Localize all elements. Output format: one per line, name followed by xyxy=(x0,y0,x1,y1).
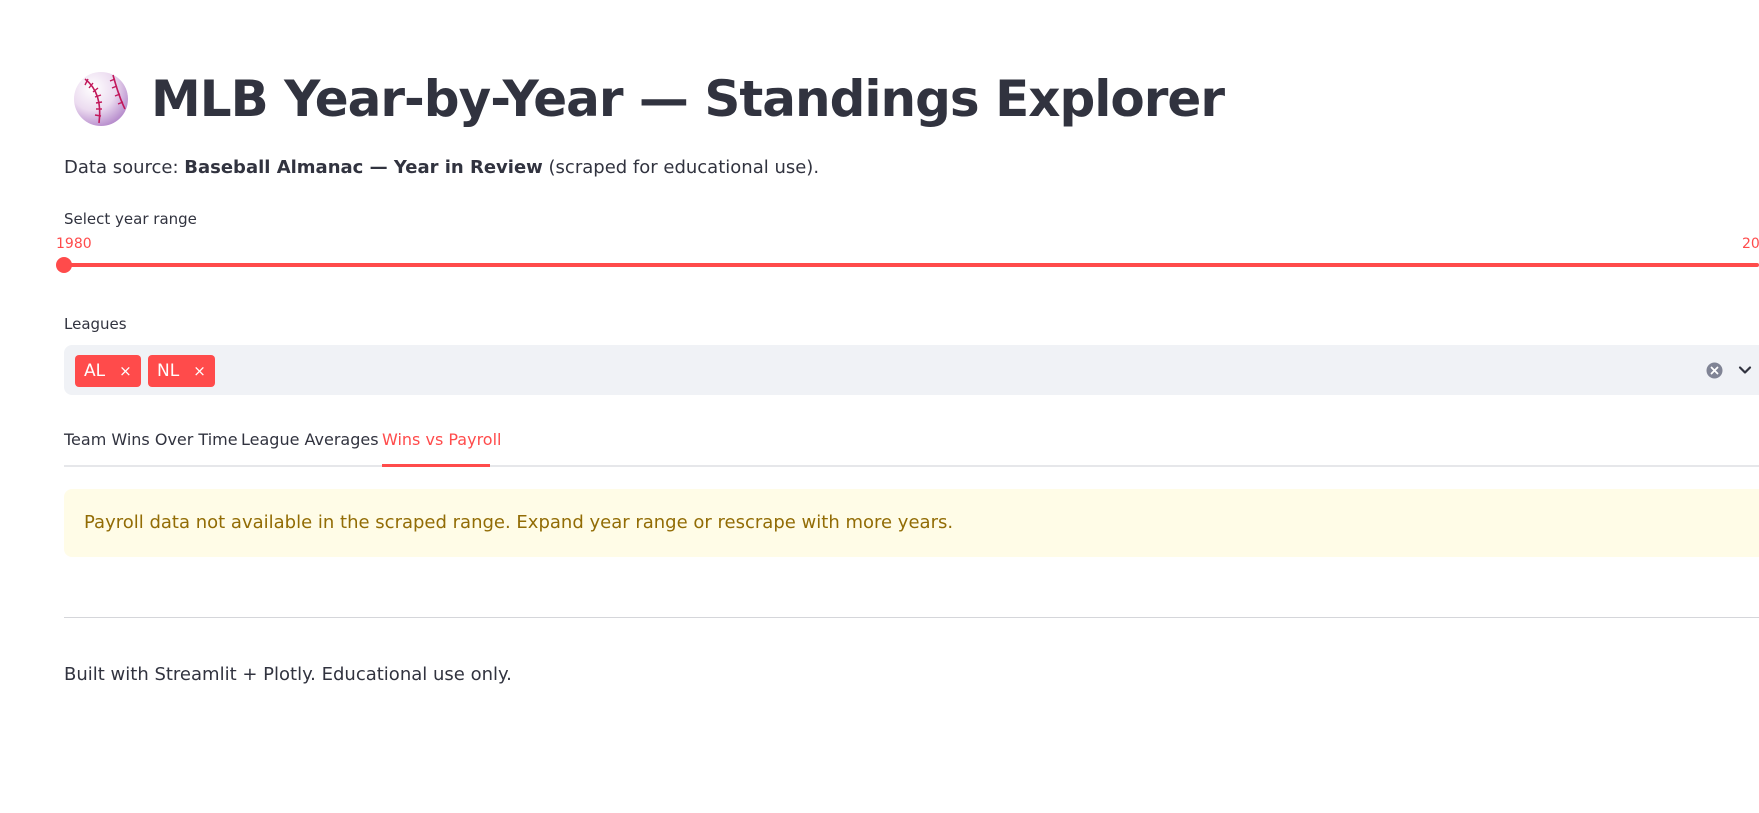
header: MLB Year-by-Year — Standings Explorer xyxy=(73,70,1225,128)
app-page: MLB Year-by-Year — Standings Explorer Da… xyxy=(0,0,1759,813)
tab-league-averages[interactable]: League Averages xyxy=(241,430,379,449)
footer-caption: Built with Streamlit + Plotly. Education… xyxy=(64,664,512,685)
year-range-label: Select year range xyxy=(64,210,197,228)
year-range-min-value: 1980 xyxy=(56,236,92,252)
year-range-min-handle[interactable] xyxy=(56,257,72,273)
tab-wins-vs-payroll[interactable]: Wins vs Payroll xyxy=(382,430,501,449)
active-tab-indicator xyxy=(382,464,490,467)
tab-bar: Team Wins Over Time League Averages Wins… xyxy=(64,425,1759,467)
league-chip-label: AL xyxy=(84,361,106,381)
tab-team-wins-over-time[interactable]: Team Wins Over Time xyxy=(64,430,238,449)
clear-all-icon[interactable] xyxy=(1706,362,1723,379)
remove-chip-icon[interactable]: × xyxy=(193,362,206,380)
source-prefix: Data source: xyxy=(64,157,185,178)
year-range-track[interactable] xyxy=(64,263,1759,267)
warning-alert: Payroll data not available in the scrape… xyxy=(64,489,1759,557)
source-name: Baseball Almanac — Year in Review xyxy=(184,157,543,178)
source-suffix: (scraped for educational use). xyxy=(542,157,820,178)
year-range-max-value: 20 xyxy=(1742,236,1759,252)
leagues-label: Leagues xyxy=(64,315,127,333)
divider xyxy=(64,617,1759,618)
baseball-icon xyxy=(74,72,128,126)
remove-chip-icon[interactable]: × xyxy=(119,362,132,380)
leagues-multiselect[interactable]: AL × NL × xyxy=(64,345,1759,395)
league-chip-nl: NL × xyxy=(148,355,215,387)
warning-alert-text: Payroll data not available in the scrape… xyxy=(84,512,954,533)
data-source-caption: Data source: Baseball Almanac — Year in … xyxy=(64,157,819,178)
chevron-down-icon[interactable] xyxy=(1737,362,1753,378)
page-title: MLB Year-by-Year — Standings Explorer xyxy=(151,70,1225,128)
league-chip-al: AL × xyxy=(75,355,141,387)
league-chip-label: NL xyxy=(157,361,180,381)
